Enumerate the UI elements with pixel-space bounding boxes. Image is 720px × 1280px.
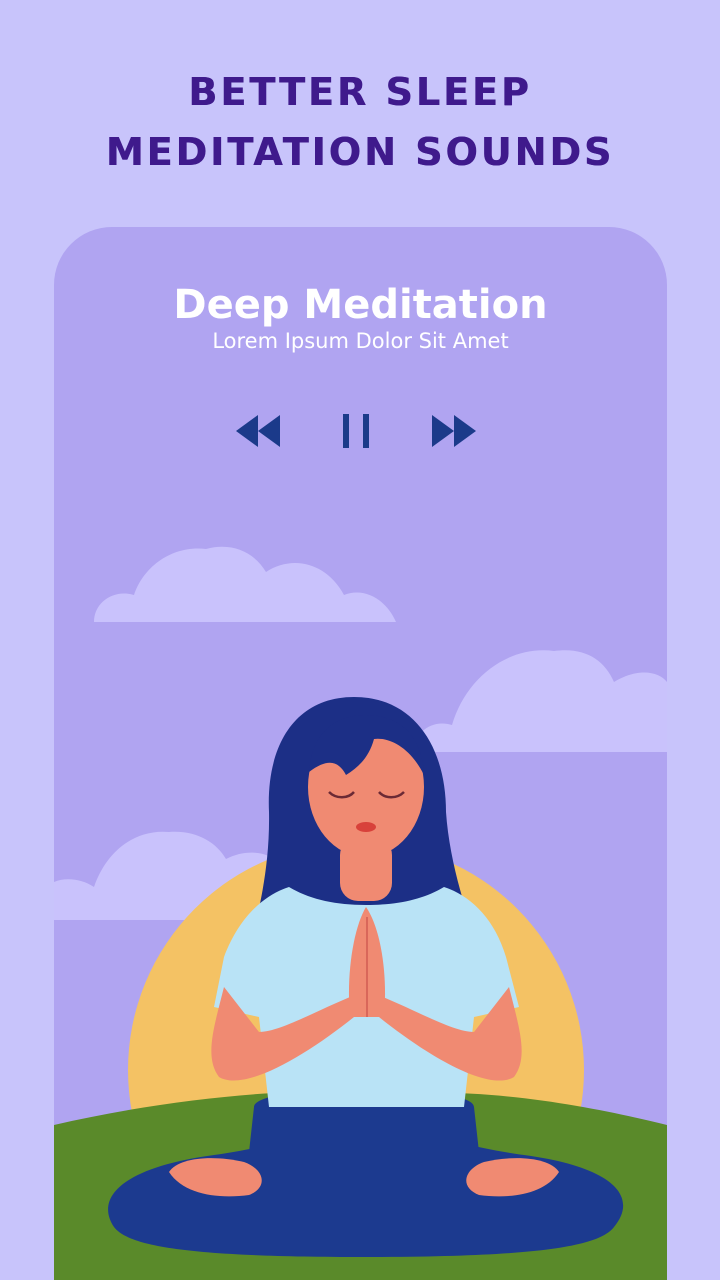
playback-controls <box>54 409 667 453</box>
track-subtitle: Lorem Ipsum Dolor Sit Amet <box>212 329 509 353</box>
rewind-icon <box>236 415 280 447</box>
pause-button[interactable] <box>340 409 372 453</box>
cloud-shape <box>414 650 667 752</box>
headline-line-1: BETTER SLEEP <box>188 70 532 114</box>
track-title: Deep Meditation <box>173 282 548 328</box>
fast-forward-icon <box>432 415 476 447</box>
rewind-button[interactable] <box>234 409 282 453</box>
meditation-illustration <box>54 546 667 1280</box>
player-card: Deep Meditation Lorem Ipsum Dolor Sit Am… <box>54 227 667 1280</box>
lips-shape <box>356 822 376 832</box>
cloud-shape <box>94 546 396 622</box>
fast-forward-button[interactable] <box>430 409 478 453</box>
headline-line-2: MEDITATION SOUNDS <box>105 130 615 174</box>
pause-icon <box>343 414 369 448</box>
app-headline: BETTER SLEEP MEDITATION SOUNDS <box>0 62 720 182</box>
